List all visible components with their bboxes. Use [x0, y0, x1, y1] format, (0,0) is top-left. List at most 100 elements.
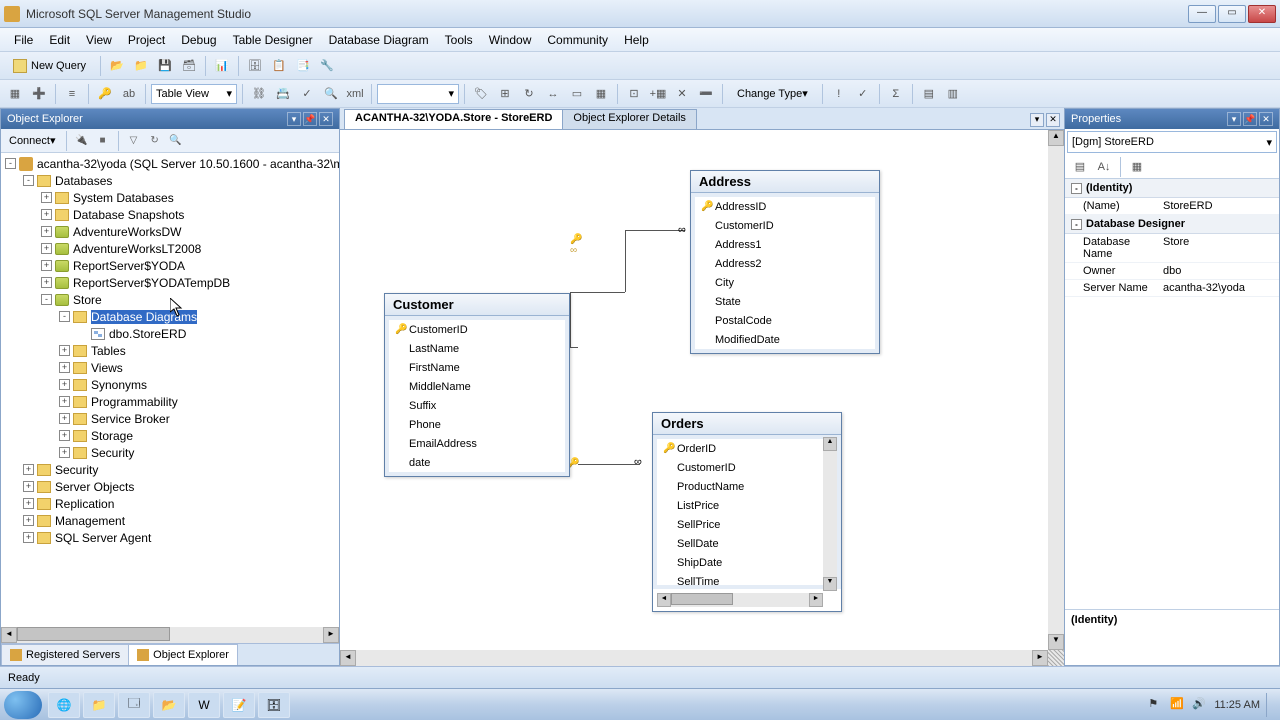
connect-button[interactable]: Connect ▾	[5, 132, 60, 149]
remove-from-diagram-icon[interactable]: ➖	[695, 83, 717, 105]
arrange-selection-icon[interactable]: ▭	[566, 83, 588, 105]
tree-tables[interactable]: Tables	[91, 344, 126, 358]
open-project-icon[interactable]: 📁	[130, 55, 152, 77]
tree-hscroll[interactable]: ◄►	[1, 627, 339, 643]
taskbar-explorer-icon[interactable]: 📁	[83, 692, 115, 718]
sql-icon[interactable]: !	[828, 83, 850, 105]
tree-synonyms[interactable]: Synonyms	[91, 378, 147, 392]
tree-toggle[interactable]: +	[23, 515, 34, 526]
refresh-icon[interactable]: ↻	[146, 132, 164, 150]
tree-toggle[interactable]: +	[59, 379, 70, 390]
panel-close-icon[interactable]: ✕	[319, 112, 333, 126]
tree-system-databases[interactable]: System Databases	[73, 191, 174, 205]
taskbar-word-icon[interactable]: W	[188, 692, 220, 718]
tree-sql-server-agent[interactable]: SQL Server Agent	[55, 531, 151, 545]
delete-tables-icon[interactable]: ✕	[671, 83, 693, 105]
object-explorer-icon[interactable]: 📋	[268, 55, 290, 77]
close-button[interactable]: ✕	[1248, 5, 1276, 23]
doc-tab-diagram[interactable]: ACANTHA-32\YODA.Store - StoreERD	[344, 109, 563, 129]
add-new-derived-icon[interactable]: ▥	[942, 83, 964, 105]
tree-views[interactable]: Views	[91, 361, 123, 375]
object-explorer-tree[interactable]: -acantha-32\yoda (SQL Server 10.50.1600 …	[1, 153, 339, 627]
tree-toggle[interactable]: +	[41, 243, 52, 254]
add-table-icon[interactable]: ➕	[28, 83, 50, 105]
canvas-hscroll[interactable]: ◄►	[340, 650, 1064, 666]
tray-clock[interactable]: 11:25 AM	[1214, 699, 1260, 711]
tree-toggle[interactable]: +	[59, 362, 70, 373]
tray-flag-icon[interactable]: ⚑	[1148, 697, 1164, 713]
tree-db[interactable]: ReportServer$YODATempDB	[73, 276, 230, 290]
table-vscroll[interactable]: ▲▼	[823, 437, 837, 591]
view-page-breaks-icon[interactable]: ⊞	[494, 83, 516, 105]
menu-community[interactable]: Community	[539, 30, 616, 50]
menu-window[interactable]: Window	[481, 30, 540, 50]
save-icon[interactable]: 💾	[154, 55, 176, 77]
menu-table-designer[interactable]: Table Designer	[225, 30, 321, 50]
tree-toggle[interactable]: +	[23, 481, 34, 492]
stop-icon[interactable]: ■	[94, 132, 112, 150]
table-address[interactable]: Address 🔑AddressID CustomerID Address1 A…	[690, 170, 880, 354]
verify-sql-icon[interactable]: ✓	[852, 83, 874, 105]
tree-database-diagrams[interactable]: Database Diagrams	[91, 310, 197, 324]
tree-databases[interactable]: Databases	[55, 174, 112, 188]
tree-storage[interactable]: Storage	[91, 429, 133, 443]
save-all-icon[interactable]: 🗃	[178, 55, 200, 77]
show-relationship-labels-icon[interactable]: 🏷	[470, 83, 492, 105]
tree-diagram-item[interactable]: dbo.StoreERD	[109, 327, 186, 341]
tree-security[interactable]: Security	[55, 463, 98, 477]
tree-toggle[interactable]: +	[41, 192, 52, 203]
tree-toggle[interactable]: +	[41, 277, 52, 288]
properties-window-icon[interactable]: 🔧	[316, 55, 338, 77]
tree-toggle[interactable]: +	[23, 498, 34, 509]
tree-server-objects[interactable]: Server Objects	[55, 480, 134, 494]
maximize-button[interactable]: ▭	[1218, 5, 1246, 23]
panel-close-icon[interactable]: ✕	[1259, 112, 1273, 126]
menu-debug[interactable]: Debug	[173, 30, 224, 50]
registered-servers-icon[interactable]: 🗄	[244, 55, 266, 77]
properties-object-selector[interactable]: [Dgm] StoreERD▾	[1067, 131, 1277, 153]
panel-pin-icon[interactable]: 📌	[303, 112, 317, 126]
tree-management[interactable]: Management	[55, 514, 125, 528]
recalculate-page-breaks-icon[interactable]: ↻	[518, 83, 540, 105]
size-grip-icon[interactable]	[1048, 650, 1064, 666]
property-pages-icon[interactable]: ▦	[1126, 156, 1148, 178]
tree-toggle[interactable]: +	[41, 209, 52, 220]
show-desktop-button[interactable]	[1266, 693, 1276, 717]
tree-toggle[interactable]: -	[23, 175, 34, 186]
menu-file[interactable]: File	[6, 30, 41, 50]
tree-toggle[interactable]: +	[41, 226, 52, 237]
table-orders[interactable]: Orders 🔑OrderID CustomerID ProductName L…	[652, 412, 842, 612]
tree-toggle[interactable]: +	[59, 430, 70, 441]
tree-db[interactable]: ReportServer$YODA	[73, 259, 185, 273]
zoom-to-fit-icon[interactable]: ⊡	[623, 83, 645, 105]
generate-script-icon[interactable]: ≡	[61, 83, 83, 105]
menu-project[interactable]: Project	[120, 30, 173, 50]
tab-registered-servers[interactable]: Registered Servers	[1, 644, 129, 665]
doc-tab-details[interactable]: Object Explorer Details	[562, 109, 697, 129]
set-primary-key-icon[interactable]: 🔑	[94, 83, 116, 105]
tree-toggle[interactable]: +	[41, 260, 52, 271]
tray-volume-icon[interactable]: 🔊	[1192, 697, 1208, 713]
table-hscroll[interactable]: ◄►	[657, 593, 823, 607]
group-by-icon[interactable]: Σ	[885, 83, 907, 105]
tree-security-db[interactable]: Security	[91, 446, 134, 460]
taskbar-ssms-icon[interactable]: 🗄	[258, 692, 290, 718]
template-explorer-icon[interactable]: 📑	[292, 55, 314, 77]
tree-toggle[interactable]: -	[59, 311, 70, 322]
add-related-tables-icon[interactable]: +▦	[647, 83, 669, 105]
open-file-icon[interactable]: 📂	[106, 55, 128, 77]
tree-toggle[interactable]: +	[23, 464, 34, 475]
relationships-icon[interactable]: ⛓	[248, 83, 270, 105]
tree-programmability[interactable]: Programmability	[91, 395, 178, 409]
tree-toggle[interactable]: +	[59, 396, 70, 407]
menu-view[interactable]: View	[78, 30, 120, 50]
activity-monitor-icon[interactable]: 📊	[211, 55, 233, 77]
minimize-button[interactable]: —	[1188, 5, 1216, 23]
filter-icon[interactable]: ▽	[125, 132, 143, 150]
panel-dropdown-icon[interactable]: ▾	[287, 112, 301, 126]
menu-help[interactable]: Help	[616, 30, 657, 50]
arrange-tables-icon[interactable]: ▦	[590, 83, 612, 105]
tab-list-dropdown-icon[interactable]: ▾	[1030, 113, 1044, 127]
tree-db[interactable]: AdventureWorksLT2008	[73, 242, 201, 256]
categorized-icon[interactable]: ▤	[1069, 156, 1091, 178]
